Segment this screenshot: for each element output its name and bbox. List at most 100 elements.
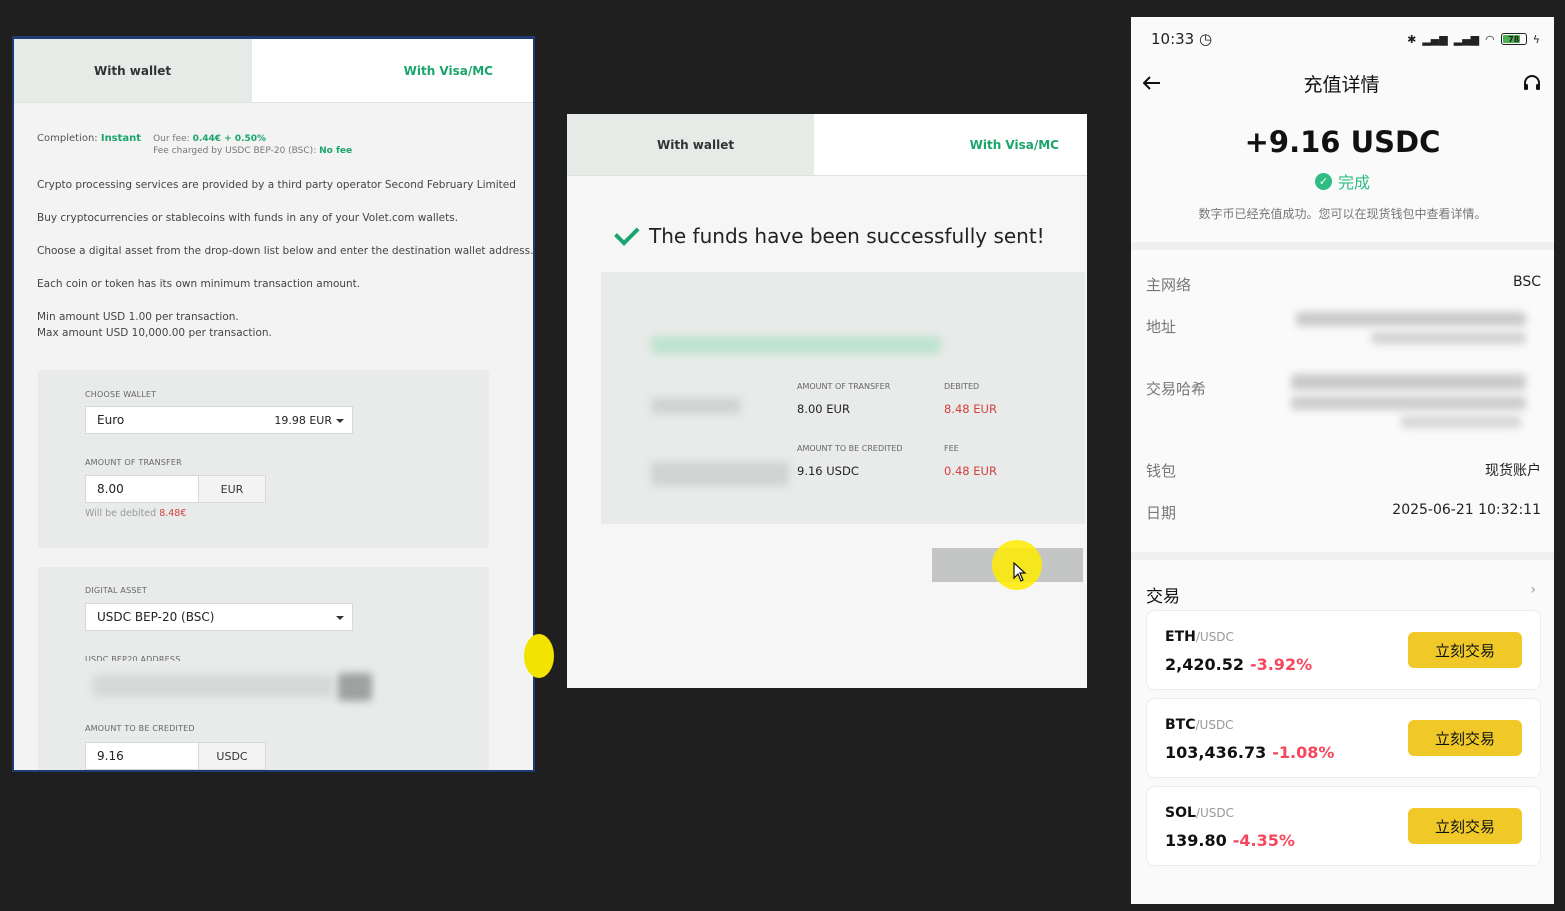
- tab-with-wallet[interactable]: With wallet: [567, 114, 814, 175]
- tx-hash-blurred[interactable]: [1291, 396, 1526, 410]
- trade-now-button[interactable]: 立刻交易: [1408, 720, 1522, 756]
- nav-bar: 充值详情: [1131, 61, 1554, 105]
- detail-list: 主网络 BSC 地址 交易哈希 钱包 现货账户 日期 2025-06-21 10…: [1131, 250, 1554, 544]
- asset-card: DIGITAL ASSET USDC BEP-20 (BSC) USDC BEP…: [38, 567, 489, 770]
- digital-asset-value: USDC BEP-20 (BSC): [97, 610, 215, 624]
- tx-hash-blurred[interactable]: [1291, 374, 1526, 390]
- max-amount: Max amount USD 10,000.00 per transaction…: [37, 327, 272, 339]
- debited-note-label: Will be debited: [85, 508, 157, 519]
- credited-currency: USDC: [198, 742, 266, 770]
- completion-label: Completion:: [37, 133, 98, 144]
- debited-note-value: 8.48€: [159, 508, 187, 519]
- trade-section-title: 交易: [1146, 587, 1180, 607]
- status-text: 完成: [1337, 173, 1370, 192]
- detail-key: 钱包: [1146, 462, 1177, 480]
- trade-now-button[interactable]: 立刻交易: [1408, 632, 1522, 668]
- status-icons: ✱ ▂▄▆ ▂▄▆ ◠ 78 ϟ: [1407, 33, 1540, 46]
- debited-label: DEBITED: [944, 382, 980, 391]
- detail-row: 交易哈希: [1131, 374, 1554, 460]
- charging-icon: ϟ: [1532, 32, 1540, 46]
- detail-value: 2025-06-21 10:32:11: [1392, 502, 1541, 518]
- divider: [1131, 242, 1554, 250]
- phone-deposit-details: 10:33 ◷ ✱ ▂▄▆ ▂▄▆ ◠ 78 ϟ 充值详情 +9.16 USDC…: [1131, 17, 1554, 904]
- success-text: The funds have been successfully sent!: [649, 224, 1045, 248]
- info-paragraph: Buy cryptocurrencies or stablecoins with…: [37, 212, 459, 224]
- wallet-select[interactable]: Euro 19.98 EUR: [85, 406, 353, 434]
- fee-label: Our fee:: [153, 134, 190, 144]
- mouse-pointer-icon: [1013, 562, 1027, 582]
- amount-label: AMOUNT OF TRANSFER: [85, 458, 182, 467]
- blurred-field: [651, 462, 789, 486]
- detail-key: 地址: [1146, 318, 1177, 336]
- trading-pair: ETH/USDC: [1165, 629, 1234, 645]
- trade-card: BTC/USDC 103,436.73 -1.08% 立刻交易: [1146, 698, 1541, 778]
- trade-price: 139.80 -4.35%: [1165, 831, 1295, 850]
- tab-with-wallet[interactable]: With wallet: [14, 39, 252, 102]
- detail-key: 交易哈希: [1146, 380, 1207, 398]
- amount-of-transfer-value: 8.00 EUR: [797, 402, 850, 416]
- status-note: 数字币已经充值成功。您可以在现货钱包中查看详情。: [1198, 207, 1487, 221]
- choose-wallet-label: CHOOSE WALLET: [85, 390, 157, 399]
- info-paragraph: Choose a digital asset from the drop-dow…: [37, 245, 534, 257]
- digital-asset-label: DIGITAL ASSET: [85, 586, 147, 595]
- chevron-down-icon: [336, 419, 344, 423]
- signal-icon: ▂▄▆: [1453, 32, 1480, 46]
- success-message: The funds have been successfully sent!: [614, 220, 1045, 248]
- detail-value: BSC: [1512, 274, 1541, 290]
- to-be-credited-label: AMOUNT TO BE CREDITED: [797, 444, 903, 453]
- address-blurred[interactable]: [1296, 312, 1526, 326]
- detail-key: 日期: [1146, 504, 1177, 522]
- trade-price: 103,436.73 -1.08%: [1165, 743, 1335, 762]
- min-amount: Min amount USD 1.00 per transaction.: [37, 311, 239, 323]
- trade-now-button[interactable]: 立刻交易: [1408, 808, 1522, 844]
- wallet-balance: 19.98 EUR: [274, 413, 332, 427]
- payment-tabs: With wallet With Visa/MC: [14, 39, 533, 103]
- signal-icon: ▂▄▆: [1422, 32, 1448, 46]
- blurred-title: [651, 336, 941, 354]
- fee-charged-value: No fee: [319, 146, 353, 156]
- wifi-icon: ◠: [1485, 32, 1495, 46]
- trading-pair: BTC/USDC: [1165, 717, 1234, 733]
- wallet-name: Euro: [97, 413, 125, 427]
- address-blurred[interactable]: [1371, 332, 1526, 344]
- tab-with-visa-mc[interactable]: With Visa/MC: [814, 114, 1087, 175]
- info-paragraph: Each coin or token has its own minimum t…: [37, 278, 361, 290]
- wallet-card: CHOOSE WALLET Euro 19.98 EUR AMOUNT OF T…: [38, 370, 489, 548]
- chevron-right-icon: ›: [1530, 582, 1536, 598]
- check-icon: [614, 220, 640, 246]
- trading-pair: SOL/USDC: [1165, 805, 1234, 821]
- detail-row: 日期 2025-06-21 10:32:11: [1131, 502, 1554, 544]
- fee-label: FEE: [944, 444, 959, 453]
- bluetooth-icon: ✱: [1407, 32, 1417, 46]
- tab-with-visa-mc[interactable]: With Visa/MC: [252, 39, 533, 102]
- status-badge: ✓ 完成: [1131, 169, 1554, 193]
- back-arrow-icon[interactable]: [1143, 76, 1161, 90]
- success-panel: With wallet With Visa/MC The funds have …: [567, 114, 1087, 688]
- digital-asset-select[interactable]: USDC BEP-20 (BSC): [85, 603, 353, 631]
- detail-value: 现货账户: [1485, 463, 1541, 479]
- fee-charged-label: Fee charged by USDC BEP-20 (BSC):: [153, 146, 317, 156]
- deposit-amount: +9.16 USDC: [1244, 125, 1441, 159]
- debited-note: Will be debited 8.48€: [85, 508, 186, 519]
- clock: 10:33 ◷: [1151, 30, 1213, 48]
- detail-row: 地址: [1131, 312, 1554, 378]
- tx-hash-blurred[interactable]: [1401, 416, 1521, 428]
- info-paragraph: Crypto processing services are provided …: [37, 179, 516, 191]
- headset-icon[interactable]: [1522, 73, 1542, 93]
- check-circle-icon: ✓: [1314, 172, 1332, 190]
- detail-row: 主网络 BSC: [1131, 274, 1554, 316]
- amount-input[interactable]: 8.00: [85, 475, 199, 503]
- credited-input[interactable]: 9.16: [85, 742, 199, 770]
- status-bar: 10:33 ◷ ✱ ▂▄▆ ▂▄▆ ◠ 78 ϟ: [1131, 17, 1554, 61]
- chevron-down-icon: [336, 616, 344, 620]
- payment-tabs: With wallet With Visa/MC: [567, 114, 1087, 176]
- trade-section-header[interactable]: 交易 ›: [1131, 560, 1554, 610]
- address-input-blurred[interactable]: [93, 675, 333, 697]
- transfer-details: AMOUNT OF TRANSFER 8.00 EUR DEBITED 8.48…: [601, 272, 1085, 524]
- page-title: 充值详情: [1303, 73, 1380, 96]
- trade-price: 2,420.52 -3.92%: [1165, 655, 1313, 674]
- detail-key: 主网络: [1146, 276, 1192, 294]
- paste-icon[interactable]: [338, 673, 372, 701]
- credited-value: 9.16: [97, 749, 124, 763]
- wallet-form-panel: With wallet With Visa/MC Completion: Ins…: [12, 36, 535, 772]
